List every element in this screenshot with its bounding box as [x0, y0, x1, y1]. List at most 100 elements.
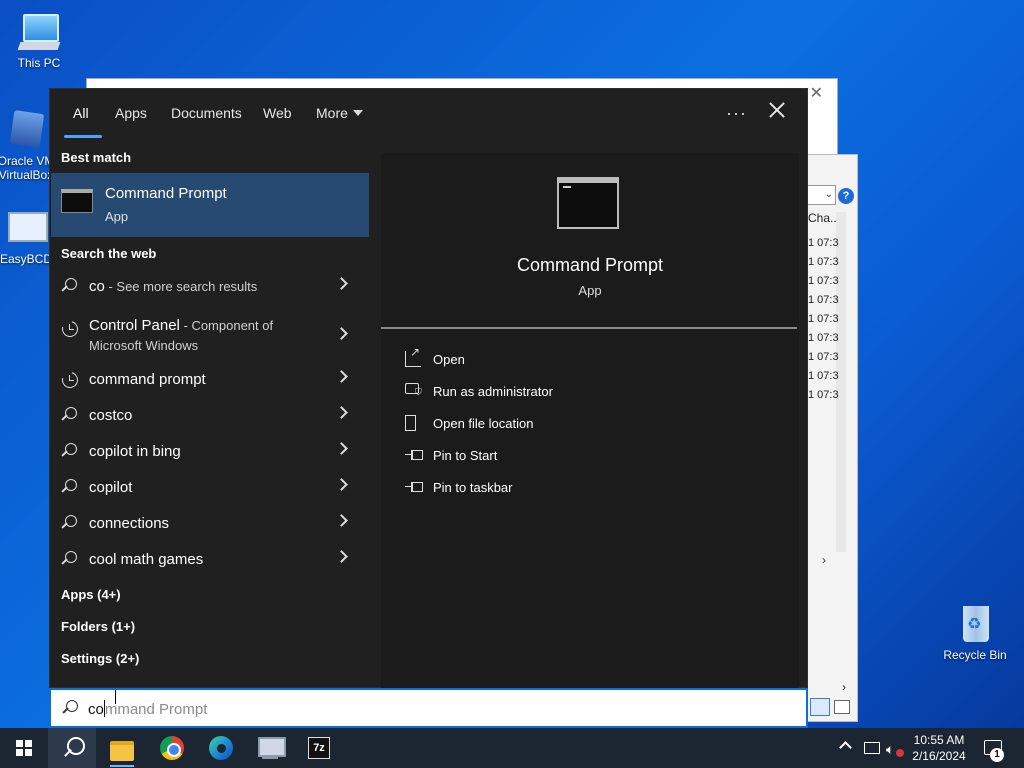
best-match-title: Command Prompt [105, 185, 227, 202]
run-as-admin-icon [405, 383, 422, 398]
best-match-subtitle: App [105, 209, 129, 224]
search-flyout: All Apps Documents Web More ··· Best mat… [49, 88, 808, 689]
easybcd-desktop-icon[interactable]: EasyBCD [0, 206, 56, 266]
best-match-heading: Best match [61, 150, 132, 165]
search-icon [61, 700, 79, 718]
tab-documents[interactable]: Documents [171, 105, 242, 121]
search-icon [61, 443, 79, 461]
help-icon[interactable]: ? [838, 188, 854, 204]
action-open-file-location[interactable]: Open file location [401, 413, 701, 437]
open-icon [405, 345, 421, 367]
details-view-button[interactable] [810, 698, 830, 716]
result-text: costco [89, 407, 133, 424]
result-text: command prompt [89, 371, 206, 388]
web-result[interactable]: Control Panel - Component of Microsoft Wi… [51, 311, 369, 357]
scroll-right-icon[interactable]: › [842, 680, 846, 694]
recycle-bin-desktop-icon[interactable]: Recycle Bin [940, 602, 1010, 662]
clock-time: 10:55 AM [913, 733, 965, 747]
pin-icon [405, 479, 423, 495]
notification-count-badge: 1 [990, 748, 1004, 762]
clock[interactable]: 10:55 AM 2/16/2024 [908, 732, 970, 764]
large-icons-view-button[interactable] [834, 700, 850, 714]
preview-pane: Command Prompt App Open Run as administr… [381, 153, 799, 689]
tab-apps[interactable]: Apps [115, 105, 147, 121]
web-result[interactable]: connections [51, 506, 369, 542]
history-icon [61, 371, 79, 389]
result-text: co [89, 278, 105, 295]
action-open[interactable]: Open [401, 345, 701, 373]
clock-date: 2/16/2024 [912, 749, 966, 763]
tab-web[interactable]: Web [263, 105, 292, 121]
computer-icon [17, 10, 61, 54]
chevron-down-icon [352, 110, 363, 117]
virtualbox-desktop-icon[interactable]: Oracle VM VirtualBox [0, 108, 56, 182]
result-line2: Microsoft Windows [89, 338, 199, 353]
command-prompt-icon [557, 177, 619, 229]
easybcd-icon [4, 206, 48, 250]
search-icon [61, 278, 79, 296]
preview-title: Command Prompt [516, 255, 664, 275]
desktop-icon-label: Recycle Bin [943, 648, 1007, 662]
search-web-heading: Search the web [61, 246, 157, 261]
web-result[interactable]: copilot [51, 470, 369, 506]
search-box[interactable]: command Prompt [49, 688, 808, 728]
tab-more[interactable]: More [316, 105, 363, 121]
file-explorer-taskbar-icon[interactable] [98, 728, 146, 768]
scroll-right-icon[interactable]: › [822, 553, 826, 567]
result-text: copilot [89, 479, 133, 496]
chevron-right-icon [335, 442, 348, 455]
web-result[interactable]: co - See more search results [51, 269, 369, 305]
web-result[interactable]: command prompt [51, 362, 369, 398]
chevron-right-icon [335, 370, 348, 383]
web-result[interactable]: costco [51, 398, 369, 434]
result-text: connections [89, 515, 170, 532]
muted-badge-icon [896, 749, 904, 757]
settings-section-heading[interactable]: Settings (2+) [61, 651, 139, 666]
dropdown[interactable]: ⌄ [806, 185, 836, 205]
network-icon[interactable] [864, 742, 880, 754]
apps-section-heading[interactable]: Apps (4+) [61, 587, 121, 602]
desktop-icon-label: Oracle VM VirtualBox [0, 154, 55, 182]
best-match-result[interactable]: Command Prompt App [51, 173, 369, 237]
action-pin-to-start[interactable]: Pin to Start [401, 445, 701, 469]
taskbar-search-button[interactable] [48, 728, 96, 768]
desktop-icon-label: This PC [17, 56, 61, 70]
divider [381, 327, 797, 329]
close-icon[interactable] [766, 99, 788, 121]
tab-all[interactable]: All [73, 105, 89, 121]
typed-text: co [88, 701, 104, 718]
action-pin-to-taskbar[interactable]: Pin to taskbar [401, 477, 701, 501]
web-result[interactable]: cool math games [51, 542, 369, 578]
close-icon[interactable]: ✕ [810, 83, 823, 103]
result-text: Control Panel [89, 317, 180, 334]
search-input[interactable]: command Prompt [88, 700, 207, 718]
start-button[interactable] [0, 728, 48, 768]
web-result[interactable]: copilot in bing [51, 434, 369, 470]
search-icon [61, 551, 79, 569]
preview-subtitle: App [578, 283, 602, 298]
more-options-icon[interactable]: ··· [726, 103, 747, 124]
history-icon [61, 320, 79, 338]
time-column: 1 07:3 1 07:3 1 07:3 1 07:3 1 07:3 1 07:… [808, 237, 839, 401]
remote-desktop-taskbar-icon[interactable] [246, 728, 294, 768]
recycle-bin-icon [953, 602, 997, 646]
result-suffix: - Component of [179, 318, 274, 333]
folders-section-heading[interactable]: Folders (1+) [61, 619, 135, 634]
command-prompt-icon [61, 189, 93, 213]
action-run-as-administrator[interactable]: Run as administrator [401, 381, 701, 405]
search-icon [61, 479, 79, 497]
7zip-taskbar-icon[interactable]: 7z [296, 728, 344, 768]
edge-taskbar-icon[interactable] [197, 728, 245, 768]
search-icon [61, 407, 79, 425]
search-icon [61, 515, 79, 533]
chrome-taskbar-icon[interactable] [148, 728, 196, 768]
tab-more-label: More [316, 105, 348, 121]
active-tab-indicator [64, 135, 102, 138]
chevron-right-icon [335, 406, 348, 419]
chevron-right-icon [335, 514, 348, 527]
this-pc-desktop-icon[interactable]: This PC [4, 10, 74, 70]
chevron-right-icon [335, 327, 348, 340]
volume-icon[interactable]: 🔈︎ [886, 741, 894, 758]
windows-logo-icon [16, 740, 32, 756]
pin-icon [405, 447, 423, 463]
